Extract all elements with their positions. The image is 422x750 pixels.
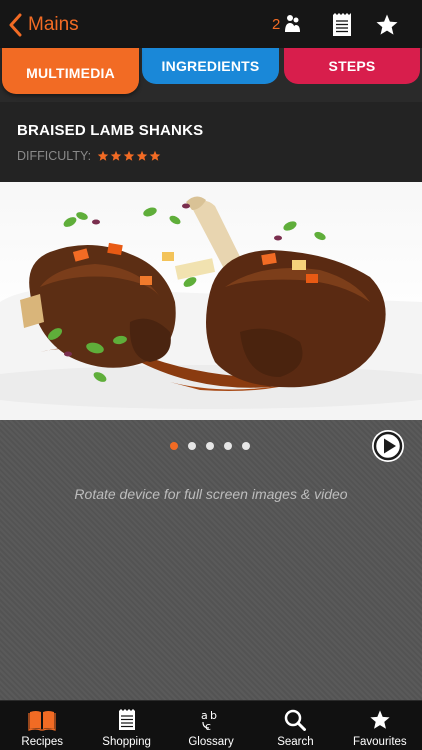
- tabbar-label-shopping: Shopping: [102, 736, 151, 748]
- rotate-hint: Rotate device for full screen images & v…: [74, 486, 348, 502]
- star-rating-icon: [149, 150, 161, 161]
- star-rating-icon: [110, 150, 122, 161]
- tab-steps-label: STEPS: [328, 58, 376, 74]
- star-rating-icon: [97, 150, 109, 161]
- tabbar-item-glossary[interactable]: a b c Glossary: [169, 701, 253, 750]
- servings-button[interactable]: 2: [272, 14, 301, 34]
- page-dot[interactable]: [224, 442, 232, 450]
- people-icon: [285, 15, 301, 32]
- difficulty-row: DIFFICULTY:: [17, 149, 162, 163]
- tab-multimedia-label: MULTIMEDIA: [26, 65, 115, 81]
- svg-text:c: c: [205, 720, 211, 732]
- page-indicator: [170, 442, 260, 450]
- play-video-button[interactable]: [370, 428, 406, 469]
- servings-count: 2: [272, 15, 281, 33]
- tab-ingredients-label: INGREDIENTS: [161, 58, 260, 74]
- notepad-icon: [333, 13, 351, 36]
- recipe-title: BRAISED LAMB SHANKS: [17, 122, 204, 139]
- page-dot[interactable]: [242, 442, 250, 450]
- media-controls: Rotate device for full screen images & v…: [0, 420, 422, 700]
- page-dot[interactable]: [188, 442, 196, 450]
- page-dot[interactable]: [170, 442, 178, 450]
- dish-illustration: [0, 196, 422, 420]
- star-rating-icon: [136, 150, 148, 161]
- abc-icon: a b c: [201, 709, 217, 732]
- chevron-left-icon: [9, 13, 22, 37]
- recipe-tabs: INGREDIENTS STEPS MULTIMEDIA: [0, 48, 422, 102]
- recipe-photo[interactable]: [0, 182, 422, 420]
- tabbar-item-search[interactable]: Search: [253, 701, 337, 750]
- tabbar-label-glossary: Glossary: [188, 736, 234, 748]
- tabbar-item-recipes[interactable]: Recipes: [0, 701, 84, 750]
- tabbar-label-favourites: Favourites: [352, 736, 407, 748]
- tabbar-label-search: Search: [277, 736, 314, 748]
- notepad-icon: [118, 709, 135, 730]
- star-icon: [376, 14, 398, 35]
- tabbar-item-shopping[interactable]: Shopping: [84, 701, 168, 750]
- recipe-header: BRAISED LAMB SHANKS DIFFICULTY:: [0, 102, 422, 182]
- book-icon: [28, 711, 56, 731]
- play-icon: [372, 430, 404, 462]
- tab-steps[interactable]: STEPS: [284, 48, 420, 84]
- tabbar-item-favourites[interactable]: Favourites: [338, 701, 422, 750]
- search-icon: [285, 709, 307, 731]
- star-icon: [370, 710, 390, 729]
- back-button[interactable]: Mains: [8, 10, 79, 40]
- tab-multimedia[interactable]: MULTIMEDIA: [2, 48, 139, 94]
- page-dot[interactable]: [206, 442, 214, 450]
- back-label: Mains: [28, 14, 79, 35]
- difficulty-stars: [97, 150, 162, 162]
- star-rating-icon: [123, 150, 135, 161]
- difficulty-label: DIFFICULTY:: [17, 149, 92, 163]
- navigation-bar: Mains 2: [0, 0, 422, 52]
- tab-bar: Recipes Shopping a b c Glossary Search F…: [0, 700, 422, 750]
- tab-ingredients[interactable]: INGREDIENTS: [142, 48, 279, 84]
- shopping-list-button[interactable]: [332, 13, 352, 42]
- tabbar-label-recipes: Recipes: [21, 736, 63, 748]
- favourite-button[interactable]: [375, 13, 399, 42]
